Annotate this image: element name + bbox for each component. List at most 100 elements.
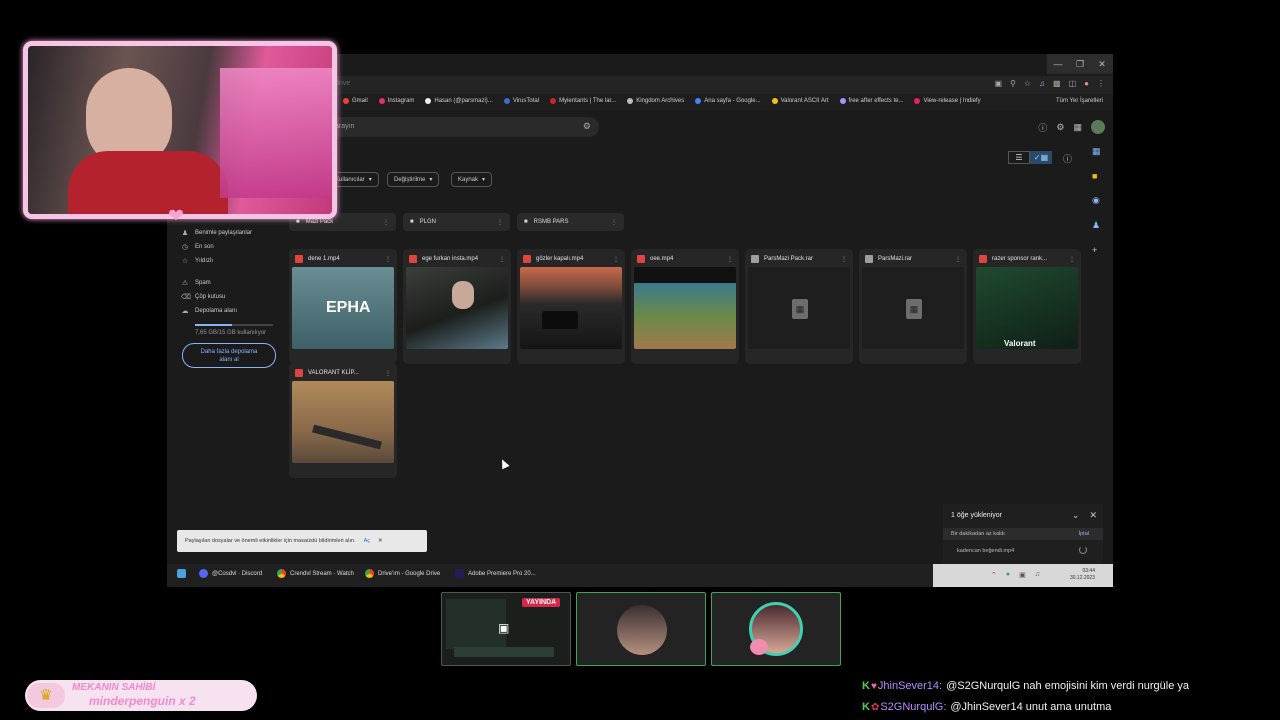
minimize-icon[interactable]: — (1047, 54, 1069, 74)
more-options-icon[interactable]: ⋮ (955, 256, 961, 263)
more-options-icon[interactable]: ⋮ (499, 256, 505, 263)
all-bookmarks[interactable]: Tüm Yer İşaretleri (1056, 98, 1103, 104)
video-thumbnail (292, 381, 394, 463)
maximize-icon[interactable]: ❐ (1069, 54, 1091, 74)
search-options-icon[interactable]: ⚙ (583, 121, 591, 132)
more-options-icon[interactable]: ⋮ (611, 219, 617, 226)
bookmark-gmail[interactable]: Gmail (343, 98, 368, 104)
storage-progress-fill (195, 324, 233, 326)
sound-icon[interactable]: ♫ (1039, 79, 1045, 88)
video-file-icon (523, 255, 531, 263)
upload-status-row: Bir dakikadan az kaldı İptal (943, 528, 1103, 540)
network-icon[interactable]: ● (1006, 571, 1010, 579)
taskbar-item-chrome-stream[interactable]: Crendvl Stream · Watch (277, 569, 354, 578)
help-icon[interactable]: ⓘ (1038, 121, 1047, 134)
file-card[interactable]: ParsMazi.rar ⋮ ▦ (859, 249, 967, 364)
cancel-upload-button[interactable]: İptal (1079, 531, 1089, 537)
volume-icon[interactable]: ♫ (1035, 571, 1040, 579)
screen-share-tile[interactable]: YAYINDA ▣ (441, 592, 571, 666)
get-more-storage-button[interactable]: Daha fazla depolama alanı al (182, 343, 276, 368)
settings-gear-icon[interactable]: ⚙ (1056, 122, 1064, 133)
bookmark-hasan[interactable]: Hasan (@parsmazi)... (425, 98, 493, 104)
nav-shared-with-me[interactable]: ♟ Benimle paylaşılanlar (181, 226, 281, 240)
participant-tile[interactable] (711, 592, 841, 666)
more-options-icon[interactable]: ⋮ (385, 370, 391, 377)
grid-view-icon[interactable]: ✓▦ (1030, 151, 1052, 164)
clock[interactable]: 03:44 30.12.2023 (1070, 568, 1095, 582)
drive-search-box[interactable]: arayın ⚙ (327, 117, 599, 137)
more-options-icon[interactable]: ⋮ (383, 219, 389, 226)
profile-icon[interactable]: ● (1084, 79, 1089, 88)
more-options-icon[interactable]: ⋮ (385, 256, 391, 263)
taskbar-item-discord[interactable]: @Cosdvl · Discord (199, 569, 262, 578)
rose-badge-icon: ✿ (870, 701, 880, 713)
window-controls: — ❐ ✕ (1047, 54, 1113, 74)
file-card[interactable]: gözler kapalı.mp4 ⋮ (517, 249, 625, 364)
bookmark-kingdom-archives[interactable]: Kingdom Archives (627, 98, 684, 104)
add-icon[interactable]: + (1092, 245, 1101, 255)
file-card[interactable]: oee.mp4 ⋮ (631, 249, 739, 364)
more-options-icon[interactable]: ⋮ (1069, 256, 1075, 263)
more-options-icon[interactable]: ⋮ (497, 219, 503, 226)
bookmark-valorant-ascii[interactable]: Valorant ASCII Art (771, 98, 829, 104)
more-options-icon[interactable]: ⋮ (613, 256, 619, 263)
nav-starred[interactable]: ☆ Yıldızlı (181, 254, 281, 268)
menu-icon[interactable]: ⋮ (1097, 79, 1105, 88)
file-card[interactable]: razer sponsor rank... ⋮ Valorant (973, 249, 1081, 364)
bookmark-myinstants[interactable]: Myientants | The lar... (550, 98, 616, 104)
video-thumbnail: Valorant (976, 267, 1078, 349)
list-view-icon[interactable]: ☰ (1008, 151, 1030, 164)
enable-notifications-button[interactable]: Aç (364, 538, 370, 544)
zoom-icon[interactable]: ⚲ (1010, 79, 1016, 88)
filter-modified[interactable]: Değiştirilme ▾ (387, 172, 440, 187)
filter-source[interactable]: Kaynak ▾ (451, 172, 493, 187)
close-icon[interactable]: ✕ (1089, 510, 1097, 521)
tasks-icon[interactable]: ◉ (1092, 195, 1101, 206)
bookmark-instagram[interactable]: Instagram (378, 98, 414, 104)
bookmark-google[interactable]: Ana sayfa - Google... (695, 98, 761, 104)
star-icon[interactable]: ☆ (1024, 79, 1031, 88)
contacts-icon[interactable]: ♟ (1092, 220, 1101, 231)
file-card[interactable]: ParsMazi Pack.rar ⋮ ▦ (745, 249, 853, 364)
nav-spam[interactable]: ⚠ Spam (181, 276, 281, 290)
chat-message: K ✿ S2GNurqulG: @JhinSever14 unut ama unu… (862, 701, 1111, 713)
chat-username[interactable]: JhinSever14: (878, 680, 942, 692)
folder-item[interactable]: ■ PLGN ⋮ (403, 213, 510, 231)
nav-storage[interactable]: ☁ Depolama alanı (181, 304, 281, 318)
cast-icon[interactable]: ▣ (994, 79, 1002, 88)
nav-trash[interactable]: ⌫ Çöp kutusu (181, 290, 281, 304)
extension-icon[interactable]: ▩ (1053, 79, 1061, 88)
more-options-icon[interactable]: ⋮ (841, 256, 847, 263)
file-card[interactable]: dene 1.mp4 ⋮ EPHA (289, 249, 397, 364)
close-icon[interactable]: ✕ (1091, 54, 1113, 74)
sidepanel-icon[interactable]: ◫ (1069, 79, 1077, 88)
chat-username[interactable]: S2GNurqulG: (880, 701, 946, 713)
nav-recent[interactable]: ◷ En son (181, 240, 281, 254)
chevron-up-icon[interactable]: ⌃ (991, 571, 997, 579)
participant-tile[interactable] (576, 592, 706, 666)
taskbar-item-google-drive[interactable]: Drive'ım - Google Drive (365, 569, 440, 578)
webcam-frame (23, 41, 337, 219)
bookmark-indiefy[interactable]: View-release | Indiefy (914, 98, 981, 104)
apps-grid-icon[interactable]: ▦ (1073, 122, 1082, 133)
details-info-icon[interactable]: ⓘ (1063, 152, 1072, 165)
file-card[interactable]: ege furkan insta.mp4 ⋮ (403, 249, 511, 364)
cloud-icon: ☁ (181, 308, 189, 315)
monitor-icon[interactable]: ▣ (1019, 571, 1026, 579)
address-url[interactable]: drive (335, 80, 350, 87)
folder-item[interactable]: ■ RSMB PARS ⋮ (517, 213, 624, 231)
more-options-icon[interactable]: ⋮ (727, 256, 733, 263)
keep-icon[interactable]: ■ (1092, 171, 1101, 181)
file-card[interactable]: VALORANT KLİP... ⋮ (289, 363, 397, 478)
drive-sidebar: ♟ Benimle paylaşılanlar ◷ En son ☆ Yıldızlı… (181, 226, 281, 336)
chevron-down-icon[interactable]: ⌄ (1072, 510, 1080, 521)
taskbar-item-premiere[interactable]: Adobe Premiere Pro 20... (455, 569, 536, 578)
close-icon[interactable]: ✕ (378, 538, 383, 544)
sticker-icon (750, 639, 768, 655)
bookmark-after-effects[interactable]: free after effects te... (839, 98, 903, 104)
start-icon[interactable] (177, 569, 186, 578)
account-avatar[interactable] (1091, 120, 1105, 134)
bookmark-virustotal[interactable]: VirusTotal (503, 98, 539, 104)
chevron-down-icon: ▾ (429, 177, 433, 183)
calendar-icon[interactable]: ▦ (1092, 146, 1101, 157)
